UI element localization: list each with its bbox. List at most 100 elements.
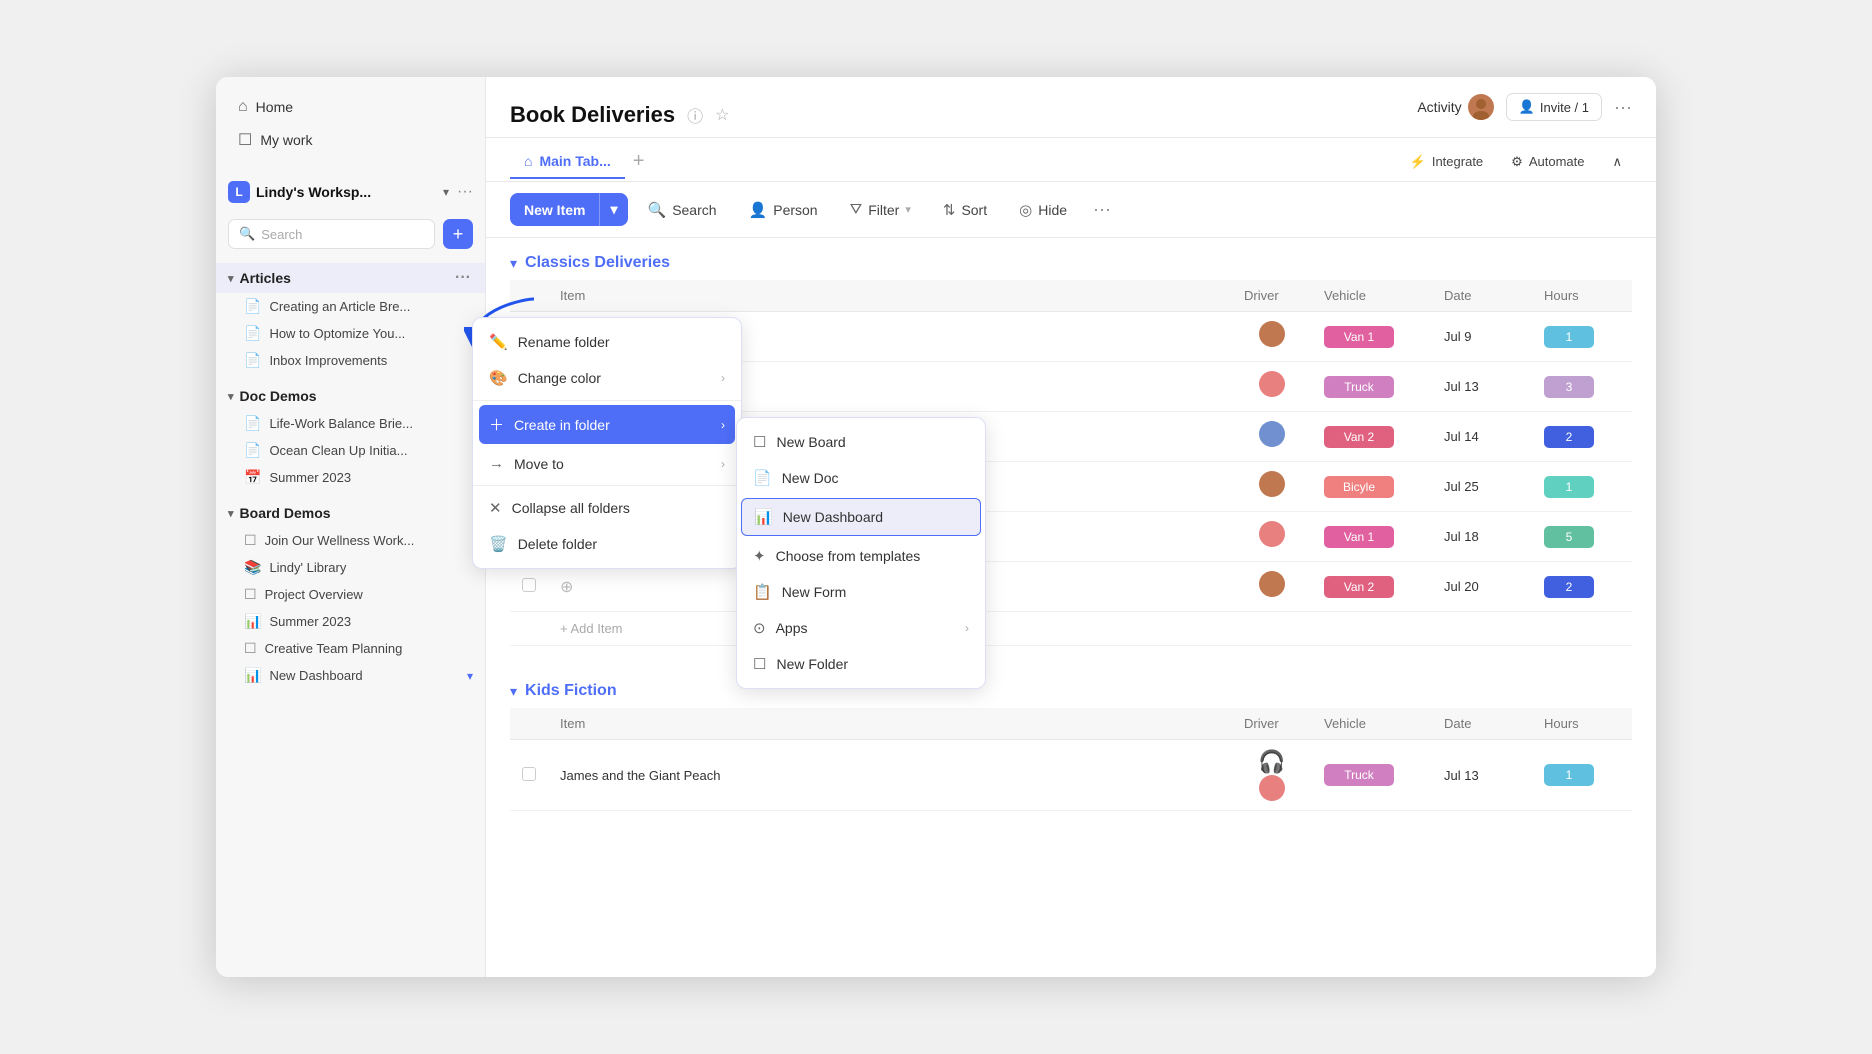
integrate-button[interactable]: ⚡ Integrate (1400, 149, 1494, 175)
row-checkbox[interactable] (522, 767, 536, 781)
context-menu-item-rename[interactable]: ✏️ Rename folder (473, 324, 741, 360)
workspace-more-icon[interactable]: ··· (457, 183, 473, 201)
sidebar-folder-boarddemos[interactable]: ▾ Board Demos (216, 499, 485, 527)
th-checkbox (510, 280, 548, 312)
sidebar: ⌂ Home ☐ My work L Lindy's Worksp... ▾ ·… (216, 77, 486, 977)
context-menu-item-collapse[interactable]: ✕ Collapse all folders (473, 490, 741, 526)
group-kids-header: ▾ Kids Fiction (486, 666, 1656, 708)
sidebar-item-dd3[interactable]: 📅 Summer 2023 (216, 464, 485, 491)
tab-add-button[interactable]: + (625, 142, 653, 181)
sidebar-section-docdemos: ▾ Doc Demos 📄 Life-Work Balance Brie... … (216, 378, 485, 495)
sidebar-item-dd1[interactable]: 📄 Life-Work Balance Brie... (216, 410, 485, 437)
folder-more-icon[interactable]: ··· (453, 269, 473, 287)
submenu-item-templates[interactable]: ✦ Choose from templates (737, 538, 985, 574)
context-menu-item-create[interactable]: ＋ Create in folder › (479, 405, 735, 444)
dashboard-icon: 📊 (754, 508, 773, 526)
hide-button[interactable]: ◎ Hide (1007, 194, 1079, 226)
new-item-chevron-icon[interactable]: ▾ (599, 193, 627, 226)
row-driver-add[interactable] (1232, 362, 1312, 412)
topbar-right: Activity 👤 Invite / 1 ··· (1417, 93, 1632, 137)
row-driver-add[interactable] (1232, 412, 1312, 462)
hide-label: Hide (1038, 202, 1067, 218)
row-date: Jul 20 (1432, 562, 1532, 612)
sidebar-add-button[interactable]: + (443, 219, 473, 249)
driver-avatar (1259, 571, 1285, 597)
color-icon: 🎨 (489, 369, 508, 387)
sidebar-item-art1[interactable]: 📄 Creating an Article Bre... (216, 293, 485, 320)
more-button[interactable]: ··· (1614, 97, 1632, 118)
submenu-item-newform[interactable]: 📋 New Form (737, 574, 985, 610)
context-menu-item-color[interactable]: 🎨 Change color › (473, 360, 741, 396)
integrate-icon: ⚡ (1410, 154, 1426, 170)
search-button[interactable]: 🔍 Search (636, 194, 729, 226)
hours-badge: 3 (1544, 376, 1594, 398)
sidebar-item-home[interactable]: ⌂ Home (228, 91, 473, 123)
sidebar-item-bd3[interactable]: ☐ Project Overview (216, 581, 485, 608)
context-menu-item-move[interactable]: → Move to › (473, 446, 741, 481)
submenu-item-newboard[interactable]: ☐ New Board (737, 424, 985, 460)
sidebar-search-box[interactable]: 🔍 Search (228, 219, 435, 249)
tab-main[interactable]: ⌂ Main Tab... (510, 145, 625, 179)
template-icon: ✦ (753, 547, 766, 565)
row-driver-add[interactable] (1232, 562, 1312, 612)
submenu-item-newdoc[interactable]: 📄 New Doc (737, 460, 985, 496)
new-item-button[interactable]: New Item ▾ (510, 193, 628, 226)
calendar-icon: 📅 (244, 469, 261, 486)
person-button[interactable]: 👤 Person (737, 194, 830, 226)
row-date: Jul 25 (1432, 462, 1532, 512)
hours-badge: 2 (1544, 576, 1594, 598)
info-icon[interactable]: ⓘ (687, 103, 703, 127)
th-hours: Hours (1532, 708, 1632, 740)
invite-button[interactable]: 👤 Invite / 1 (1506, 93, 1602, 121)
activity-button[interactable]: Activity (1417, 94, 1493, 120)
sidebar-item-bd6[interactable]: 📊 New Dashboard ▾ (216, 662, 485, 689)
submenu-item-newfolder[interactable]: ☐ New Folder (737, 646, 985, 682)
row-driver-add[interactable] (1232, 312, 1312, 362)
row-checkbox[interactable] (522, 578, 536, 592)
add-item-label[interactable]: + Add Item (548, 612, 1632, 646)
sort-icon: ⇅ (943, 201, 956, 219)
driver-avatar (1259, 521, 1285, 547)
sidebar-item-bd2[interactable]: 📚 Lindy' Library (216, 554, 485, 581)
group-chevron-icon[interactable]: ▾ (510, 683, 517, 700)
collapse-button[interactable]: ∧ (1602, 149, 1632, 175)
submenu-item-newdashboard[interactable]: 📊 New Dashboard (741, 498, 981, 536)
driver-avatar (1259, 421, 1285, 447)
sidebar-item-bd4[interactable]: 📊 Summer 2023 (216, 608, 485, 635)
sidebar-item-mywork[interactable]: ☐ My work (228, 123, 473, 157)
star-icon[interactable]: ☆ (715, 105, 729, 125)
add-item-row[interactable]: + Add Item (510, 612, 1632, 646)
row-driver-add[interactable] (1232, 512, 1312, 562)
row-driver-add[interactable] (1232, 462, 1312, 512)
app-container: ⌂ Home ☐ My work L Lindy's Worksp... ▾ ·… (216, 77, 1656, 977)
automate-button[interactable]: ⚙ Automate (1501, 149, 1594, 175)
sidebar-item-art3[interactable]: 📄 Inbox Improvements (216, 347, 485, 374)
submenu-item-apps[interactable]: ⊙ Apps › (737, 610, 985, 646)
driver-avatar (1259, 471, 1285, 497)
toolbar-more-button[interactable]: ··· (1087, 192, 1117, 227)
workspace-header[interactable]: L Lindy's Worksp... ▾ ··· (216, 171, 485, 213)
person-label: Person (773, 202, 817, 218)
driver-avatar (1259, 775, 1285, 801)
sidebar-folder-docdemos-label: Doc Demos (240, 388, 317, 404)
vehicle-badge: Truck (1324, 764, 1394, 786)
sidebar-item-dd2[interactable]: 📄 Ocean Clean Up Initia... (216, 437, 485, 464)
plus-icon: ＋ (489, 414, 504, 435)
board-icon: ☐ (753, 433, 766, 451)
sidebar-item-bd5[interactable]: ☐ Creative Team Planning (216, 635, 485, 662)
sidebar-folder-docdemos[interactable]: ▾ Doc Demos (216, 382, 485, 410)
context-menu-item-delete[interactable]: 🗑️ Delete folder (473, 526, 741, 562)
sidebar-folder-articles[interactable]: ▾ Articles ··· (216, 263, 485, 293)
sidebar-item-art2[interactable]: 📄 How to Optomize You... (216, 320, 485, 347)
add-item-icon[interactable]: ⊕ (560, 579, 573, 596)
chevron-down-icon: ▾ (467, 669, 473, 683)
group-chevron-icon[interactable]: ▾ (510, 255, 517, 272)
activity-label: Activity (1417, 99, 1461, 115)
dashboard-icon: 📊 (244, 667, 261, 684)
filter-button[interactable]: ⛛ Filter ▾ (838, 194, 923, 225)
sidebar-item-bd1[interactable]: ☐ Join Our Wellness Work... (216, 527, 485, 554)
row-date: Jul 13 (1432, 740, 1532, 811)
folder-chevron-icon: ▾ (228, 507, 234, 520)
chevron-right-icon: › (721, 418, 725, 432)
sort-button[interactable]: ⇅ Sort (931, 194, 999, 226)
